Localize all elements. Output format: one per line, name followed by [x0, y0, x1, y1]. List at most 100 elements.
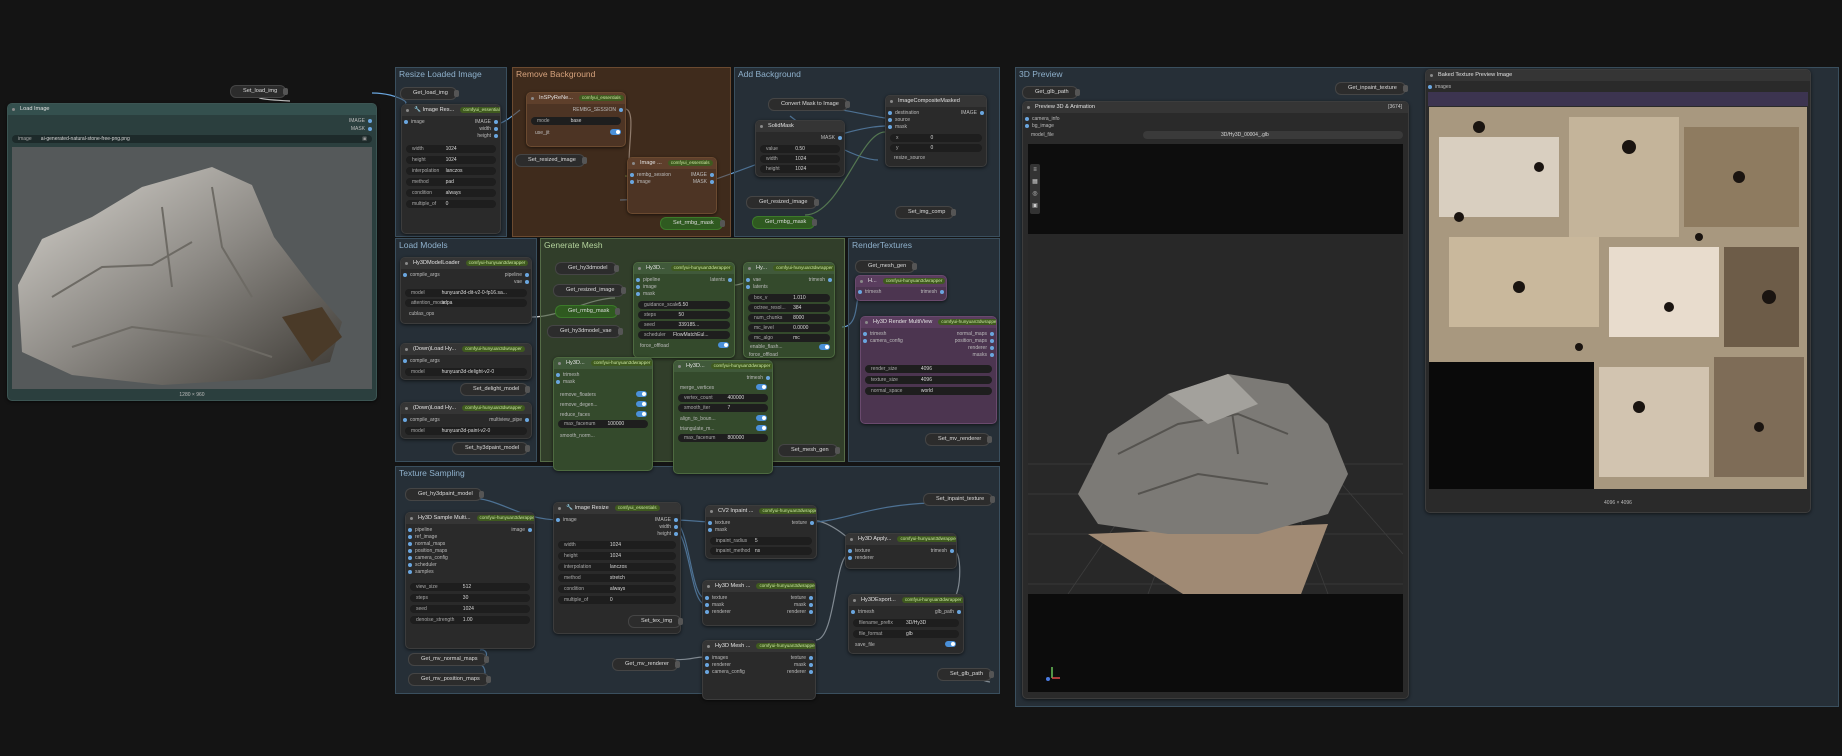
output-renderer[interactable]: renderer	[968, 345, 994, 351]
widget-normal-space[interactable]: normal_space world	[865, 387, 992, 395]
output-image[interactable]: IMAGE	[655, 517, 678, 523]
set-tex-img-node[interactable]: Set_tex_img	[628, 615, 684, 628]
get-mv-position-maps-node[interactable]: Get_mv_position_maps	[408, 673, 491, 686]
input-bg-image[interactable]: bg_image	[1025, 123, 1054, 129]
widget-render-size[interactable]: render_size 4096	[865, 365, 992, 373]
get-resized-image-node[interactable]: Get_resized_image	[746, 196, 819, 209]
output-rembg-session[interactable]: REMBG_SESSION	[573, 107, 623, 113]
widget-vertex-count[interactable]: vertex_count 400000	[678, 394, 768, 402]
output-pipeline[interactable]: pipeline	[505, 272, 529, 278]
widget-height[interactable]: height 1024	[558, 552, 676, 560]
use-jit-toggle[interactable]	[610, 129, 621, 135]
set-delight-model-node[interactable]: Set_delight_model	[460, 383, 531, 396]
node-download-paint-model[interactable]: (Down)Load Hy... comfyui-hunyuan3dwrapper…	[400, 402, 532, 439]
input-pipeline[interactable]: pipeline	[408, 527, 432, 533]
node-hy3d-postprocess-2[interactable]: Hy3D... comfyui-hunyuan3dwrapper trimesh …	[673, 360, 773, 474]
save-file-toggle[interactable]	[945, 641, 956, 647]
widget-width[interactable]: width 1024	[406, 145, 496, 153]
input-normal-maps[interactable]: normal_maps	[408, 541, 445, 547]
output-glb-path[interactable]: glb_path	[935, 609, 961, 615]
output-texture[interactable]: texture	[791, 595, 813, 601]
input-latents[interactable]: latents	[746, 284, 768, 290]
image-file-combo[interactable]: image ai-generated-natural-stone-free-pn…	[12, 135, 372, 143]
input-texture[interactable]: texture	[848, 548, 870, 554]
output-width[interactable]: width	[659, 524, 678, 530]
widget-height[interactable]: height 1024	[760, 165, 840, 173]
widget-seed[interactable]: seed 1024	[410, 605, 530, 613]
widget-box-v[interactable]: box_v 1.010	[748, 294, 830, 302]
input-texture[interactable]: texture	[705, 595, 727, 601]
output-trimesh[interactable]: trimesh	[809, 277, 832, 283]
get-hy3dmodel-vae-node[interactable]: Get_hy3dmodel_vae	[547, 325, 623, 338]
input-mask[interactable]: mask	[708, 527, 727, 533]
output-mask[interactable]: MASK	[821, 135, 842, 141]
grid-icon[interactable]: ▦	[1030, 176, 1040, 188]
widget-mc-level[interactable]: mc_level 0.0000	[748, 324, 830, 332]
node-hy3d-bake-from-multiview[interactable]: Hy3D Mesh ... comfyui-hunyuan3dwrapper im…	[702, 640, 816, 700]
node-image-remove-bg[interactable]: Image ... comfyui_essentials rembg_sessio…	[627, 157, 717, 214]
input-renderer[interactable]: renderer	[705, 662, 731, 668]
widget-width[interactable]: width 1024	[760, 155, 840, 163]
widget-view-size[interactable]: view_size 512	[410, 583, 530, 591]
input-mask[interactable]: mask	[556, 379, 575, 385]
widget-max-facenum[interactable]: max_facenum 800000	[678, 434, 768, 442]
widget-steps[interactable]: steps 30	[410, 594, 530, 602]
set-load-img-node[interactable]: Set_load_img	[230, 85, 289, 98]
get-mv-normal-maps-node[interactable]: Get_mv_normal_maps	[408, 653, 489, 666]
output-normal-maps[interactable]: normal_maps	[957, 331, 994, 337]
widget-inpaint-radius[interactable]: inpaint_radius 5	[710, 537, 812, 545]
set-resized-image-node[interactable]: Set_resized_image	[515, 154, 587, 167]
output-mask[interactable]: MASK	[351, 126, 372, 132]
widget-method[interactable]: method pad	[406, 178, 496, 186]
node-hy3d-render-multiview[interactable]: Hy3D Render MultiView comfyui-hunyuan3dwr…	[860, 316, 997, 424]
remove-degenerate-toggle[interactable]	[636, 401, 647, 407]
widget-guidance-scale[interactable]: guidance_scale 5.50	[638, 301, 730, 309]
node-canvas[interactable]: Resize Loaded Image Remove Background Ad…	[0, 0, 1842, 756]
set-mesh-gen-node[interactable]: Set_mesh_gen	[778, 444, 840, 457]
force-offload-toggle[interactable]	[718, 342, 729, 348]
input-source[interactable]: source	[888, 117, 910, 123]
node-cv2-inpaint-texture[interactable]: CV2 Inpaint ... comfyui-hunyuan3dwrapper …	[705, 505, 817, 559]
widget-method[interactable]: method stretch	[558, 574, 676, 582]
light-icon[interactable]: ▣	[1030, 200, 1040, 212]
widget-seed[interactable]: seed 339185...	[638, 321, 730, 329]
output-image[interactable]: IMAGE	[349, 118, 372, 124]
input-image[interactable]: image	[630, 179, 651, 185]
node-solidmask[interactable]: SolidMask MASK value 0.50 width 1024 heigh…	[755, 120, 845, 177]
input-scheduler[interactable]: scheduler	[408, 562, 437, 568]
widget-attention-mode[interactable]: attention_mode sdpa	[405, 299, 527, 307]
input-samples[interactable]: samples	[408, 569, 434, 575]
widget-texture-size[interactable]: texture_size 4096	[865, 376, 992, 384]
set-mv-renderer-node[interactable]: Set_mv_renderer	[925, 433, 993, 446]
node-download-delight-model[interactable]: (Down)Load Hy... comfyui-hunyuan3dwrapper…	[400, 343, 532, 380]
node-hy3d-model-loader[interactable]: Hy3DModelLoader comfyui-hunyuan3dwrapper …	[400, 257, 532, 324]
get-mv-renderer-node[interactable]: Get_mv_renderer	[612, 658, 680, 671]
convert-mask-to-image-node[interactable]: Convert Mask to Image	[768, 98, 850, 111]
output-height[interactable]: height	[477, 133, 498, 139]
output-image[interactable]: image	[511, 527, 532, 533]
input-mask[interactable]: mask	[636, 291, 655, 297]
merge-vertices-toggle[interactable]	[756, 384, 767, 390]
widget-filename-prefix[interactable]: filename_prefix 3D/Hy3D	[853, 619, 959, 627]
node-hy3d-postprocess[interactable]: Hy3D... comfyui-hunyuan3dwrapper trimesh …	[553, 357, 653, 471]
input-vae[interactable]: vae	[746, 277, 761, 283]
viewport-3d[interactable]: ≡ ▦ ◎ ▣	[1028, 144, 1403, 692]
get-hy3dpaint-model-node[interactable]: Get_hy3dpaint_model	[405, 488, 484, 501]
triangulate-toggle[interactable]	[756, 425, 767, 431]
output-mask[interactable]: MASK	[693, 179, 714, 185]
input-mask[interactable]: mask	[888, 124, 907, 130]
input-image[interactable]: image	[404, 119, 425, 125]
input-camera-info[interactable]: camera_info	[1025, 116, 1060, 122]
output-height[interactable]: height	[657, 531, 678, 537]
input-trimesh[interactable]: trimesh	[556, 372, 579, 378]
input-rembg-session[interactable]: rembg_session	[630, 172, 671, 178]
widget-denoise-strength[interactable]: denoise_strength 1.00	[410, 616, 530, 624]
input-camera-config[interactable]: camera_config	[863, 338, 903, 344]
widget-model[interactable]: model hunyuan3d-paint-v2-0	[405, 427, 527, 435]
output-image[interactable]: IMAGE	[475, 119, 498, 125]
reduce-faces-toggle[interactable]	[636, 411, 647, 417]
widget-num-chunks[interactable]: num_chunks 8000	[748, 314, 830, 322]
widget-octree-resolution[interactable]: octree_resol... 384	[748, 304, 830, 312]
widget-model-file[interactable]: 3D/Hy3D_00004_.glb	[1143, 131, 1403, 139]
output-trimesh[interactable]: trimesh	[921, 289, 944, 295]
